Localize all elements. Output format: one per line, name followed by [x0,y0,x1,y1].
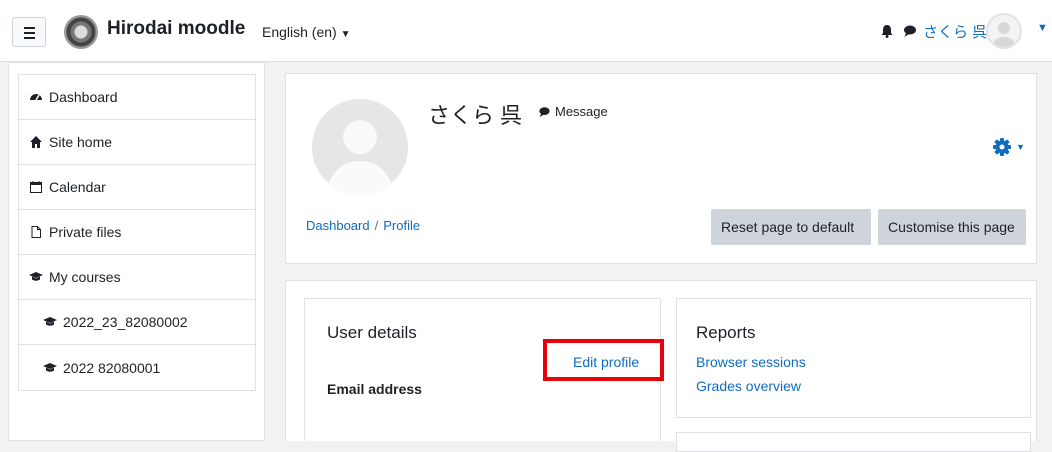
user-menu-name[interactable]: さくら 呉 [923,21,987,42]
message-label: Message [555,104,608,119]
chevron-down-icon: ▼ [340,29,351,40]
breadcrumb-profile[interactable]: Profile [383,218,420,233]
graduation-cap-icon [29,272,43,281]
file-icon [31,226,41,238]
sidebar-item-my-courses[interactable]: My courses [19,255,255,300]
sidebar-item-dashboard[interactable]: Dashboard [19,75,255,120]
sidebar-item-course[interactable]: 2022 82080001 [19,345,255,390]
sidebar-item-course[interactable]: 2022_23_82080002 [19,300,255,345]
home-icon [30,136,42,148]
settings-menu[interactable]: ▼ [992,137,1025,157]
sidebar-item-label: My courses [49,269,121,285]
reset-page-button[interactable]: Reset page to default [711,209,871,245]
breadcrumb-separator: / [374,218,379,233]
user-avatar[interactable] [986,13,1022,49]
nav-drawer-list: Dashboard Site home Calendar Private fil… [18,74,256,391]
breadcrumb: Dashboard / Profile [306,218,420,233]
menu-toggle-button[interactable] [12,17,46,47]
chevron-down-icon[interactable]: ▼ [1037,22,1048,34]
sidebar-item-label: Site home [49,134,113,150]
sidebar-item-label: 2022_23_82080002 [63,314,188,330]
gear-icon [993,138,1011,156]
graduation-cap-icon [43,362,57,372]
message-button[interactable]: Message [538,104,608,119]
sidebar-item-private-files[interactable]: Private files [19,210,255,255]
profile-picture [312,99,408,195]
sidebar-item-site-home[interactable]: Site home [19,120,255,165]
next-card [676,432,1031,452]
breadcrumb-dashboard[interactable]: Dashboard [306,218,370,233]
message-icon[interactable] [903,24,917,38]
chevron-down-icon: ▼ [1016,142,1025,152]
reports-card: Reports Browser sessions Grades overview [676,298,1031,418]
language-menu[interactable]: English (en) ▼ [262,24,351,40]
dashboard-icon [30,94,42,101]
email-address-label: Email address [327,381,422,397]
top-navbar: Hirodai moodle English (en) ▼ さくら 呉 ▼ [0,0,1052,62]
bell-icon[interactable] [880,24,894,38]
language-label: English (en) [262,24,337,40]
highlight-box [543,339,664,381]
reports-title: Reports [696,323,756,342]
sidebar-item-label: 2022 82080001 [63,359,161,376]
site-name[interactable]: Hirodai moodle [107,18,245,40]
calendar-icon [30,181,42,193]
browser-sessions-link[interactable]: Browser sessions [696,354,806,370]
page-header: さくら 呉 Message ▼ Dashboard / Profile Reset … [285,73,1037,264]
grades-overview-link[interactable]: Grades overview [696,378,801,394]
user-details-title: User details [327,323,417,342]
sidebar-item-label: Calendar [49,179,106,195]
sidebar-item-calendar[interactable]: Calendar [19,165,255,210]
customise-page-button[interactable]: Customise this page [878,209,1026,245]
sidebar-item-label: Dashboard [49,89,118,105]
sidebar-item-label: Private files [49,224,122,240]
site-logo[interactable] [64,15,98,49]
message-icon [539,106,550,117]
graduation-cap-icon [43,317,57,326]
profile-name: さくら 呉 [428,103,523,128]
